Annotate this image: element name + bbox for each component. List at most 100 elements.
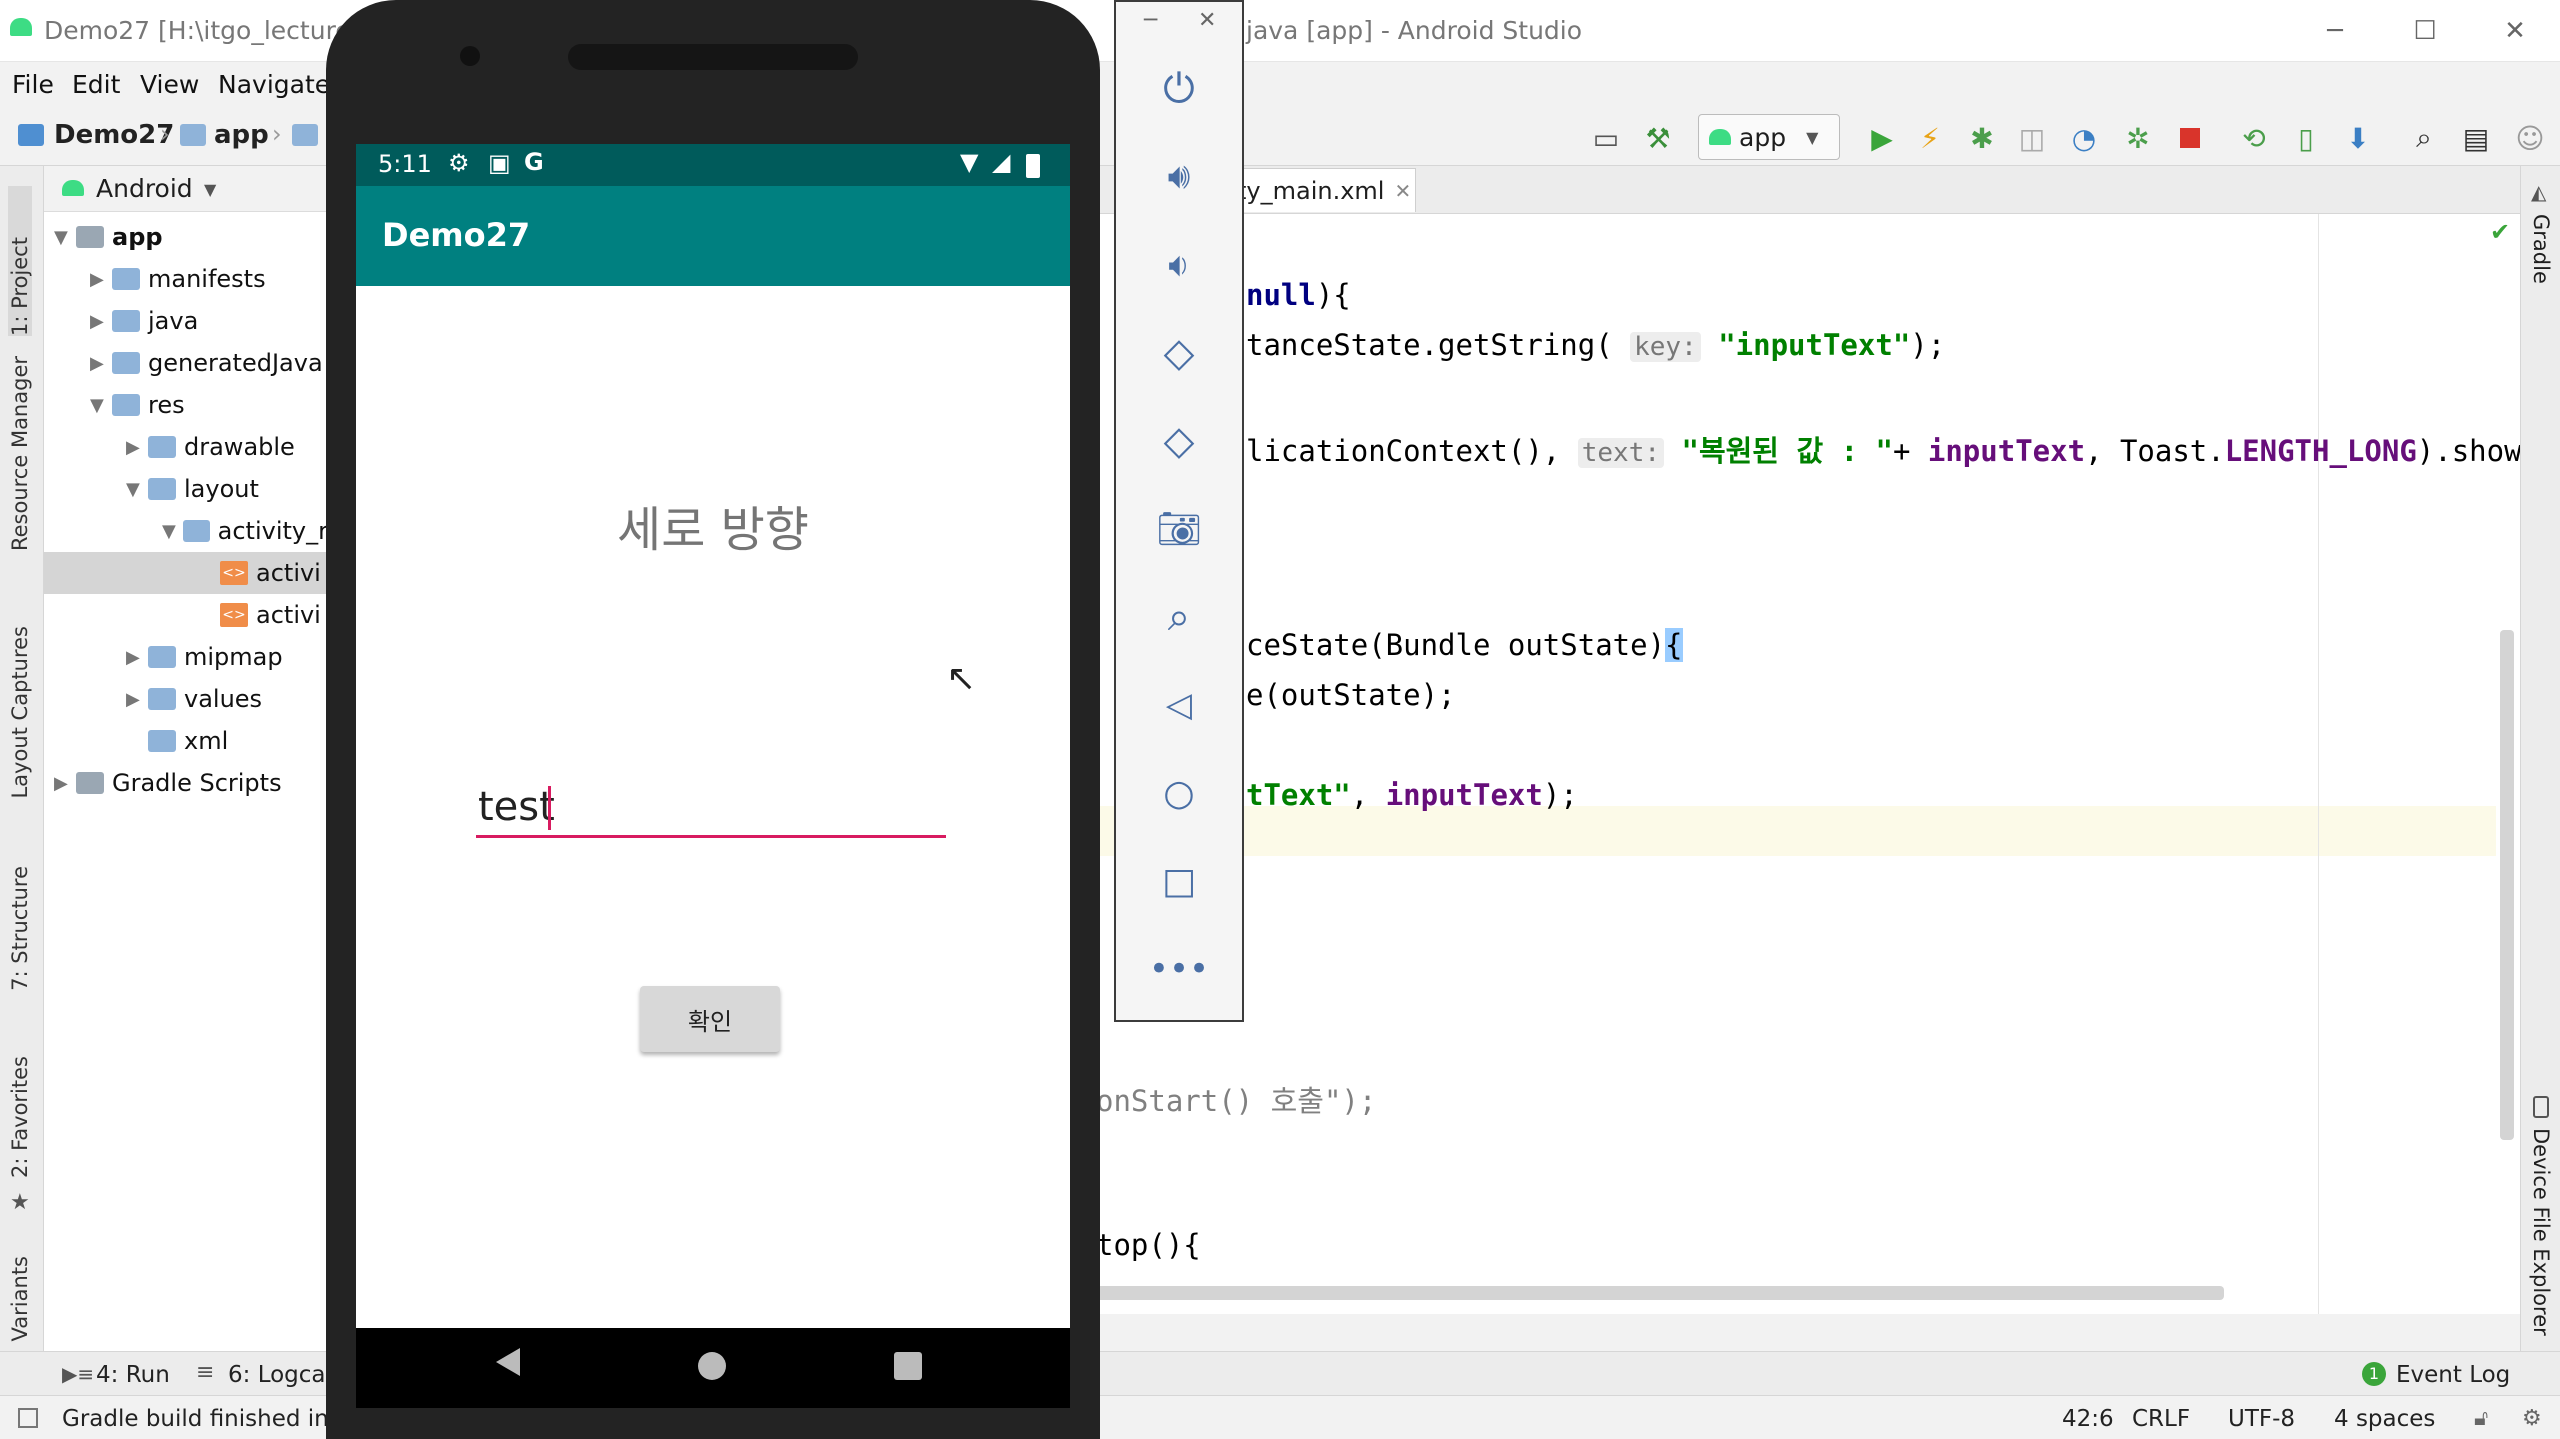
- search-icon[interactable]: ⌕: [2402, 116, 2446, 160]
- menu-view[interactable]: View: [140, 70, 199, 99]
- collapse-arrow-icon[interactable]: ▶: [90, 353, 112, 374]
- menu-edit[interactable]: Edit: [72, 70, 120, 99]
- rotate-left-icon[interactable]: ◇: [1146, 320, 1212, 386]
- vertical-scrollbar[interactable]: [2500, 630, 2514, 1140]
- tree-item[interactable]: ▼ res: [44, 384, 327, 426]
- status-toggle-icon[interactable]: [18, 1408, 38, 1428]
- sync-gradle-icon[interactable]: ⟲: [2232, 116, 2276, 160]
- lock-icon[interactable]: 🔓︎: [2474, 1406, 2488, 1431]
- sdk-manager-icon[interactable]: ⬇: [2336, 116, 2380, 160]
- tree-item[interactable]: xml: [44, 720, 327, 762]
- user-icon[interactable]: ☺: [2508, 116, 2552, 160]
- stop-icon[interactable]: [2168, 116, 2212, 160]
- maximize-button[interactable]: ☐: [2390, 8, 2460, 54]
- collapse-arrow-icon[interactable]: ▶: [90, 311, 112, 332]
- tool-layout-captures[interactable]: Layout Captures: [8, 626, 32, 799]
- menu-file[interactable]: File: [12, 70, 54, 99]
- home-nav-icon[interactable]: [698, 1352, 726, 1380]
- project-view-selector[interactable]: Android: [96, 174, 193, 203]
- tool-project[interactable]: 1: Project: [8, 186, 32, 336]
- tree-item[interactable]: ▶ values: [44, 678, 327, 720]
- run-config-dropdown[interactable]: app ▼: [1698, 114, 1840, 160]
- caret-position[interactable]: 42:6: [2062, 1406, 2114, 1432]
- chevron-down-icon[interactable]: ▼: [204, 180, 216, 199]
- tool-resource-manager[interactable]: Resource Manager: [8, 356, 32, 551]
- folder-icon: [112, 268, 140, 290]
- tool-run[interactable]: 4: Run: [96, 1362, 170, 1388]
- close-emulator-button[interactable]: ✕: [1198, 8, 1216, 33]
- collapse-arrow-icon[interactable]: ▶: [54, 773, 76, 794]
- volume-up-icon[interactable]: 🔊︎: [1146, 144, 1212, 210]
- code-field: inputText: [1385, 778, 1543, 812]
- build-hammer-icon[interactable]: ⚒: [1636, 116, 1680, 160]
- close-window-button[interactable]: ✕: [2480, 8, 2550, 54]
- tree-item[interactable]: ▶ manifests: [44, 258, 327, 300]
- text-input-field[interactable]: test: [476, 774, 946, 838]
- tool-build-variants[interactable]: Variants: [8, 1256, 32, 1341]
- debug-icon[interactable]: ✱: [1960, 116, 2004, 160]
- expand-arrow-icon[interactable]: ▼: [90, 395, 112, 416]
- expand-arrow-icon[interactable]: ▼: [162, 521, 183, 542]
- collapse-arrow-icon[interactable]: ▶: [126, 647, 148, 668]
- minimize-button[interactable]: ─: [2300, 8, 2370, 54]
- tree-item[interactable]: ▶ generatedJava: [44, 342, 327, 384]
- tree-item-label: activi: [256, 601, 321, 629]
- home-icon[interactable]: ○: [1146, 760, 1212, 826]
- back-nav-icon[interactable]: [496, 1348, 520, 1376]
- breadcrumb-project[interactable]: Demo27: [54, 120, 174, 150]
- back-icon[interactable]: ◁: [1146, 672, 1212, 738]
- tree-item[interactable]: ▶ mipmap: [44, 636, 327, 678]
- expand-arrow-icon[interactable]: ▼: [126, 479, 148, 500]
- tool-gradle[interactable]: Gradle: [2529, 214, 2553, 284]
- more-options-icon[interactable]: •••: [1146, 936, 1212, 1002]
- tree-item[interactable]: ▼ activity_r: [44, 510, 327, 552]
- tool-logcat[interactable]: 6: Logcat: [228, 1362, 335, 1388]
- volume-down-icon[interactable]: 🔉︎: [1146, 232, 1212, 298]
- overview-icon[interactable]: □: [1146, 848, 1212, 914]
- coverage-icon[interactable]: ✲: [2116, 116, 2160, 160]
- file-encoding[interactable]: UTF-8: [2228, 1406, 2295, 1432]
- code-token: ceState(Bundle outState): [1246, 628, 1666, 662]
- tree-item[interactable]: ▼ app: [44, 216, 327, 258]
- tree-item[interactable]: <> activi: [44, 594, 327, 636]
- tree-item[interactable]: ▶ java: [44, 300, 327, 342]
- rotate-right-icon[interactable]: ◇: [1146, 408, 1212, 474]
- confirm-button[interactable]: 확인: [640, 986, 780, 1052]
- line-separator[interactable]: CRLF: [2132, 1406, 2190, 1432]
- tree-item[interactable]: ▶ drawable: [44, 426, 327, 468]
- editor-tab[interactable]: ty_main.xml ✕: [1236, 168, 1416, 212]
- collapse-arrow-icon[interactable]: ▶: [90, 269, 112, 290]
- tree-item-label: app: [112, 223, 163, 251]
- project-structure-icon[interactable]: ▤: [2454, 116, 2498, 160]
- status-message[interactable]: Gradle build finished in: [62, 1406, 329, 1432]
- attach-debugger-icon[interactable]: ◫: [2010, 116, 2054, 160]
- power-icon[interactable]: ⏻: [1146, 56, 1212, 122]
- apply-changes-icon[interactable]: ⚡: [1908, 116, 1952, 160]
- memory-indicator-icon[interactable]: ⚙: [2522, 1406, 2542, 1431]
- expand-arrow-icon[interactable]: ▼: [54, 227, 76, 248]
- code-token: , Toast.: [2085, 434, 2225, 468]
- collapse-arrow-icon[interactable]: ▶: [126, 437, 148, 458]
- tree-item[interactable]: <> activi: [44, 552, 327, 594]
- horizontal-scrollbar[interactable]: [1096, 1286, 2224, 1300]
- screenshot-camera-icon[interactable]: 📷︎: [1146, 496, 1212, 562]
- code-token: ){: [1315, 278, 1351, 312]
- tree-item[interactable]: ▼ layout: [44, 468, 327, 510]
- breadcrumb-module[interactable]: app: [214, 120, 269, 150]
- recents-nav-icon[interactable]: [894, 1352, 922, 1380]
- indent-setting[interactable]: 4 spaces: [2334, 1406, 2435, 1432]
- profile-icon[interactable]: ◔: [2062, 116, 2106, 160]
- collapse-arrow-icon[interactable]: ▶: [126, 689, 148, 710]
- tool-structure[interactable]: 7: Structure: [8, 866, 32, 991]
- minimize-emulator-button[interactable]: ─: [1144, 8, 1157, 33]
- avd-manager-icon[interactable]: ▯: [2284, 116, 2328, 160]
- menu-navigate[interactable]: Navigate: [218, 70, 330, 99]
- tool-event-log[interactable]: Event Log: [2396, 1362, 2510, 1388]
- tool-device-file-explorer[interactable]: Device File Explorer: [2529, 1128, 2553, 1336]
- run-icon[interactable]: ▶: [1860, 116, 1904, 160]
- tool-favorites[interactable]: 2: Favorites: [8, 1056, 32, 1178]
- tree-item[interactable]: ▶ Gradle Scripts: [44, 762, 327, 804]
- close-tab-icon[interactable]: ✕: [1394, 179, 1411, 203]
- zoom-icon[interactable]: ⌕: [1146, 584, 1212, 650]
- layout-icon[interactable]: ▭: [1584, 116, 1628, 160]
